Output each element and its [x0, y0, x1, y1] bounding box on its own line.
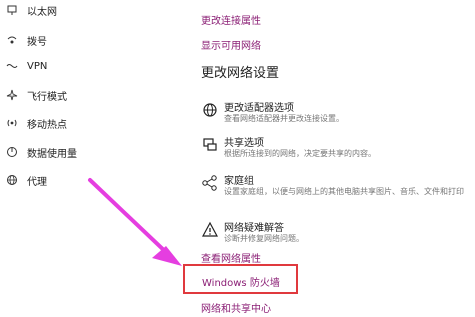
- annotation-arrow: [88, 178, 182, 266]
